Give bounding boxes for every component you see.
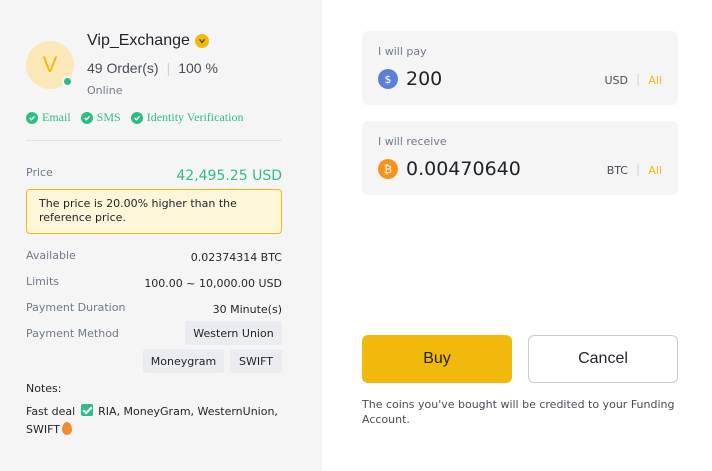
notes-text-start: Fast deal xyxy=(26,405,76,418)
receive-all-button[interactable]: All xyxy=(648,164,662,177)
price-warning-note: The price is 20.00% higher than the refe… xyxy=(26,189,282,234)
limits-label: Limits xyxy=(26,275,59,288)
payment-duration-value: 30 Minute(s) xyxy=(212,303,282,316)
payment-method-label: Payment Method xyxy=(26,327,119,340)
verification-label: Identity Verification xyxy=(146,110,244,124)
verification-identity: Identity Verification xyxy=(130,110,244,125)
order-count: 49 Order(s) xyxy=(87,60,159,76)
payment-method-moneygram: Moneygram xyxy=(143,349,224,373)
completion-rate: 100 % xyxy=(178,60,218,76)
receive-amount-input[interactable]: 0.00470640 xyxy=(406,158,521,180)
price-label: Price xyxy=(26,166,53,179)
payment-method-western-union: Western Union xyxy=(185,321,282,345)
receive-label: I will receive xyxy=(378,135,447,148)
pay-amount-card[interactable]: I will pay $ 200 USD | All xyxy=(362,31,678,105)
fire-emoji-icon xyxy=(61,422,72,435)
funding-account-note: The coins you've bought will be credited… xyxy=(362,398,675,426)
payment-method-swift: SWIFT xyxy=(230,349,282,373)
bitcoin-icon: ₿ xyxy=(378,159,398,179)
available-label: Available xyxy=(26,249,76,262)
verified-badge-icon xyxy=(195,34,209,48)
price-value: 42,495.25 USD xyxy=(176,168,282,184)
receive-currency: BTC xyxy=(606,164,628,177)
cancel-button[interactable]: Cancel xyxy=(528,335,678,383)
currency-separator: | xyxy=(635,162,640,176)
stats-separator: | xyxy=(166,60,171,76)
verification-label: SMS xyxy=(96,110,121,124)
online-status-dot xyxy=(62,76,73,87)
check-circle-icon xyxy=(130,111,143,124)
check-mark-emoji-icon xyxy=(80,404,93,416)
verification-sms: SMS xyxy=(80,110,121,125)
pay-all-button[interactable]: All xyxy=(648,74,662,87)
payment-duration-label: Payment Duration xyxy=(26,301,126,314)
verification-label: Email xyxy=(42,110,71,124)
online-status-text: Online xyxy=(87,84,123,97)
receive-amount-card[interactable]: I will receive ₿ 0.00470640 BTC | All xyxy=(362,121,678,195)
dollar-coin-icon: $ xyxy=(378,69,398,89)
check-circle-icon xyxy=(80,111,93,124)
pay-amount-input[interactable]: 200 xyxy=(406,68,442,90)
check-circle-icon xyxy=(26,111,38,124)
merchant-stats: 49 Order(s) | 100 % xyxy=(87,60,218,76)
notes-label: Notes: xyxy=(26,382,62,395)
merchant-name[interactable]: Vip_Exchange xyxy=(87,32,190,50)
buy-button[interactable]: Buy xyxy=(362,335,512,383)
currency-separator: | xyxy=(635,72,640,86)
divider xyxy=(26,140,282,141)
verification-email: Email xyxy=(26,110,71,125)
pay-currency: USD xyxy=(604,74,628,87)
verification-list: Email SMS Identity Verification xyxy=(26,110,243,125)
pay-label: I will pay xyxy=(378,45,427,58)
limits-value: 100.00 ~ 10,000.00 USD xyxy=(144,277,282,290)
available-value: 0.02374314 BTC xyxy=(190,251,282,264)
notes-text: Fast deal RIA, MoneyGram, WesternUnion, … xyxy=(26,403,286,439)
ad-details-panel: V Vip_Exchange 49 Order(s) | 100 % Online … xyxy=(0,0,322,471)
